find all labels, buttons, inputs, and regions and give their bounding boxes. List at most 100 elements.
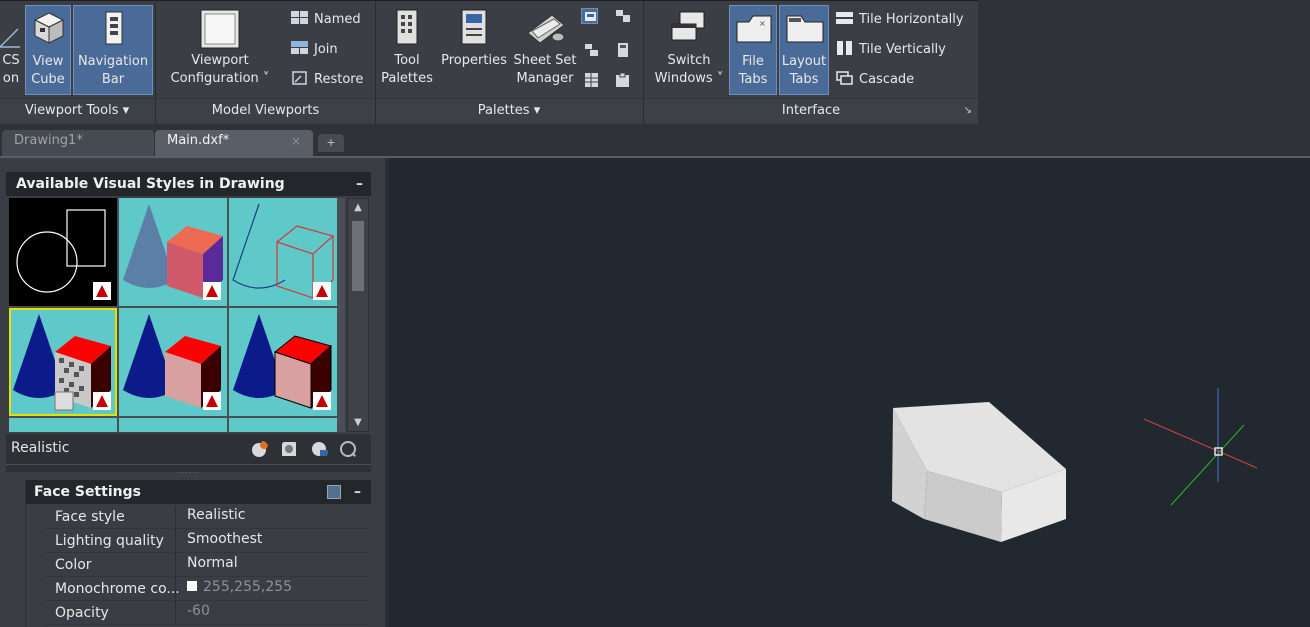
delete-visual-style-icon[interactable] xyxy=(339,440,358,459)
layout-tabs-button[interactable]: Layout Tabs xyxy=(779,5,829,95)
style-thumb-hidden[interactable] xyxy=(229,198,337,306)
palettes-panel-label[interactable]: Palettes ▾ xyxy=(376,98,642,122)
ucs-icon xyxy=(0,28,20,48)
selected-style-bar: Realistic xyxy=(6,434,371,464)
tab-main-dxf-label: Main.dxf* xyxy=(167,133,230,148)
3d-solid-object[interactable] xyxy=(892,402,1066,542)
markup-manager-icon[interactable] xyxy=(614,8,631,24)
apply-to-viewport-icon[interactable] xyxy=(280,440,299,459)
face-settings-collapse-button[interactable]: – xyxy=(354,480,361,504)
ribbon: CS on View Cube Navigation Bar Viewport … xyxy=(0,0,1310,124)
navigation-bar-icon xyxy=(105,11,123,45)
cascade-button[interactable]: Cascade xyxy=(836,69,914,91)
layout-tabs-label-2: Tabs xyxy=(789,72,819,87)
face-settings-icon[interactable] xyxy=(327,485,341,499)
prop-value: 255,255,255 xyxy=(203,579,293,595)
tile-horizontally-icon xyxy=(836,12,853,24)
viewport-tools-panel-label[interactable]: Viewport Tools ▾ xyxy=(0,98,154,122)
close-tab-icon[interactable]: × xyxy=(291,130,301,152)
style-thumb-row3-3[interactable] xyxy=(229,418,337,432)
file-tabs-label-1: File xyxy=(742,54,764,69)
ucs-label-2: on xyxy=(2,71,20,86)
style-thumb-conceptual[interactable] xyxy=(119,198,227,306)
design-center-icon[interactable] xyxy=(581,8,598,24)
tile-vertically-label: Tile Vertically xyxy=(859,42,946,57)
layout-tabs-label-1: Layout xyxy=(781,54,827,69)
tool-palettes-label-2: Palettes xyxy=(381,71,433,86)
clipboard-icon[interactable] xyxy=(614,72,631,88)
named-icon xyxy=(291,11,308,24)
style-thumb-shaded-with-edges[interactable] xyxy=(229,308,337,416)
switch-windows-button[interactable]: Switch Windows ˅ xyxy=(654,5,724,95)
file-tabs-icon: × xyxy=(736,15,772,43)
join-icon xyxy=(291,41,308,54)
sheet-set-manager-button[interactable]: Sheet Set Manager xyxy=(512,5,578,95)
navigation-bar-label-2: Bar xyxy=(101,72,125,87)
layer-states-icon[interactable] xyxy=(583,72,600,88)
tile-vertically-icon xyxy=(837,41,852,55)
palette-minimize-button[interactable]: – xyxy=(356,172,363,196)
export-to-palette-icon[interactable] xyxy=(310,440,329,459)
tab-drawing1[interactable]: Drawing1* xyxy=(2,130,154,156)
view-cube-button[interactable]: View Cube xyxy=(25,5,71,95)
ribbon-empty-area xyxy=(978,0,1310,124)
tool-palettes-label-1: Tool xyxy=(394,53,420,68)
ucs-label-1: CS xyxy=(2,53,20,68)
face-settings-header[interactable]: Face Settings – xyxy=(26,480,371,504)
external-references-icon[interactable] xyxy=(583,42,600,58)
panel-launcher-icon[interactable]: ↘ xyxy=(964,99,972,123)
switch-windows-label-1: Switch xyxy=(667,53,711,68)
restore-viewports-button[interactable]: Restore xyxy=(291,69,363,91)
quickcalc-icon[interactable] xyxy=(614,42,631,58)
visual-styles-gallery xyxy=(9,198,345,432)
style-thumb-row3-1[interactable] xyxy=(9,418,117,432)
prop-value: Normal xyxy=(187,555,238,571)
viewport-configuration-label-1: Viewport xyxy=(191,53,249,68)
view-cube-icon xyxy=(33,12,65,44)
tool-palettes-icon xyxy=(396,9,418,45)
scroll-up-icon[interactable]: ▲ xyxy=(348,202,368,213)
new-tab-button[interactable]: + xyxy=(318,134,344,152)
cascade-label: Cascade xyxy=(859,72,915,87)
navigation-bar-label-1: Navigation xyxy=(77,54,149,69)
scrollbar-thumb[interactable] xyxy=(352,221,364,291)
layout-tabs-icon xyxy=(786,15,824,43)
gallery-scrollbar[interactable]: ▲ ▼ xyxy=(347,198,369,432)
crosshair-cursor-icon xyxy=(1143,388,1258,506)
ucs-icon-button[interactable]: CS on xyxy=(0,5,22,95)
join-label: Join xyxy=(314,42,338,57)
file-tabs-label-2: Tabs xyxy=(738,72,768,87)
named-viewports-button[interactable]: Named xyxy=(291,9,361,31)
style-thumb-realistic[interactable] xyxy=(9,308,117,416)
viewport-configuration-label-2: Configuration ˅ xyxy=(170,71,270,86)
properties-button[interactable]: Properties xyxy=(438,5,510,95)
svg-text:×: × xyxy=(759,19,766,28)
style-thumb-shaded[interactable] xyxy=(119,308,227,416)
style-thumb-row3-2[interactable] xyxy=(119,418,227,432)
join-viewports-button[interactable]: Join xyxy=(291,39,338,61)
named-label: Named xyxy=(314,12,361,27)
prop-value: -60 xyxy=(187,603,210,619)
prop-value: Smoothest xyxy=(187,531,263,547)
tab-main-dxf[interactable]: Main.dxf* × xyxy=(155,130,313,156)
tile-horizontally-button[interactable]: Tile Horizontally xyxy=(836,9,964,31)
palette-splitter[interactable]: ...... xyxy=(6,464,371,475)
navigation-bar-button[interactable]: Navigation Bar xyxy=(73,5,153,95)
style-thumb-2d-wireframe[interactable] xyxy=(9,198,117,306)
viewport-configuration-button[interactable]: Viewport Configuration ˅ xyxy=(166,5,274,95)
restore-icon xyxy=(292,71,307,85)
restore-label: Restore xyxy=(314,72,364,87)
file-tabs-button[interactable]: × File Tabs xyxy=(729,5,777,95)
drawing-viewport[interactable] xyxy=(389,158,1310,627)
create-visual-style-icon[interactable] xyxy=(250,440,269,459)
palette-title-text: Available Visual Styles in Drawing xyxy=(16,176,285,192)
visual-styles-palette: Available Visual Styles in Drawing – ▲ ▼… xyxy=(0,158,385,627)
selected-style-name: Realistic xyxy=(11,440,70,456)
drawing-canvas xyxy=(892,388,1258,542)
switch-windows-label-2: Windows ˅ xyxy=(654,71,724,86)
tile-horizontally-label: Tile Horizontally xyxy=(859,12,964,27)
scroll-down-icon[interactable]: ▼ xyxy=(348,417,368,428)
tile-vertically-button[interactable]: Tile Vertically xyxy=(836,39,946,61)
tool-palettes-button[interactable]: Tool Palettes xyxy=(378,5,436,95)
view-cube-label-1: View xyxy=(32,54,64,69)
